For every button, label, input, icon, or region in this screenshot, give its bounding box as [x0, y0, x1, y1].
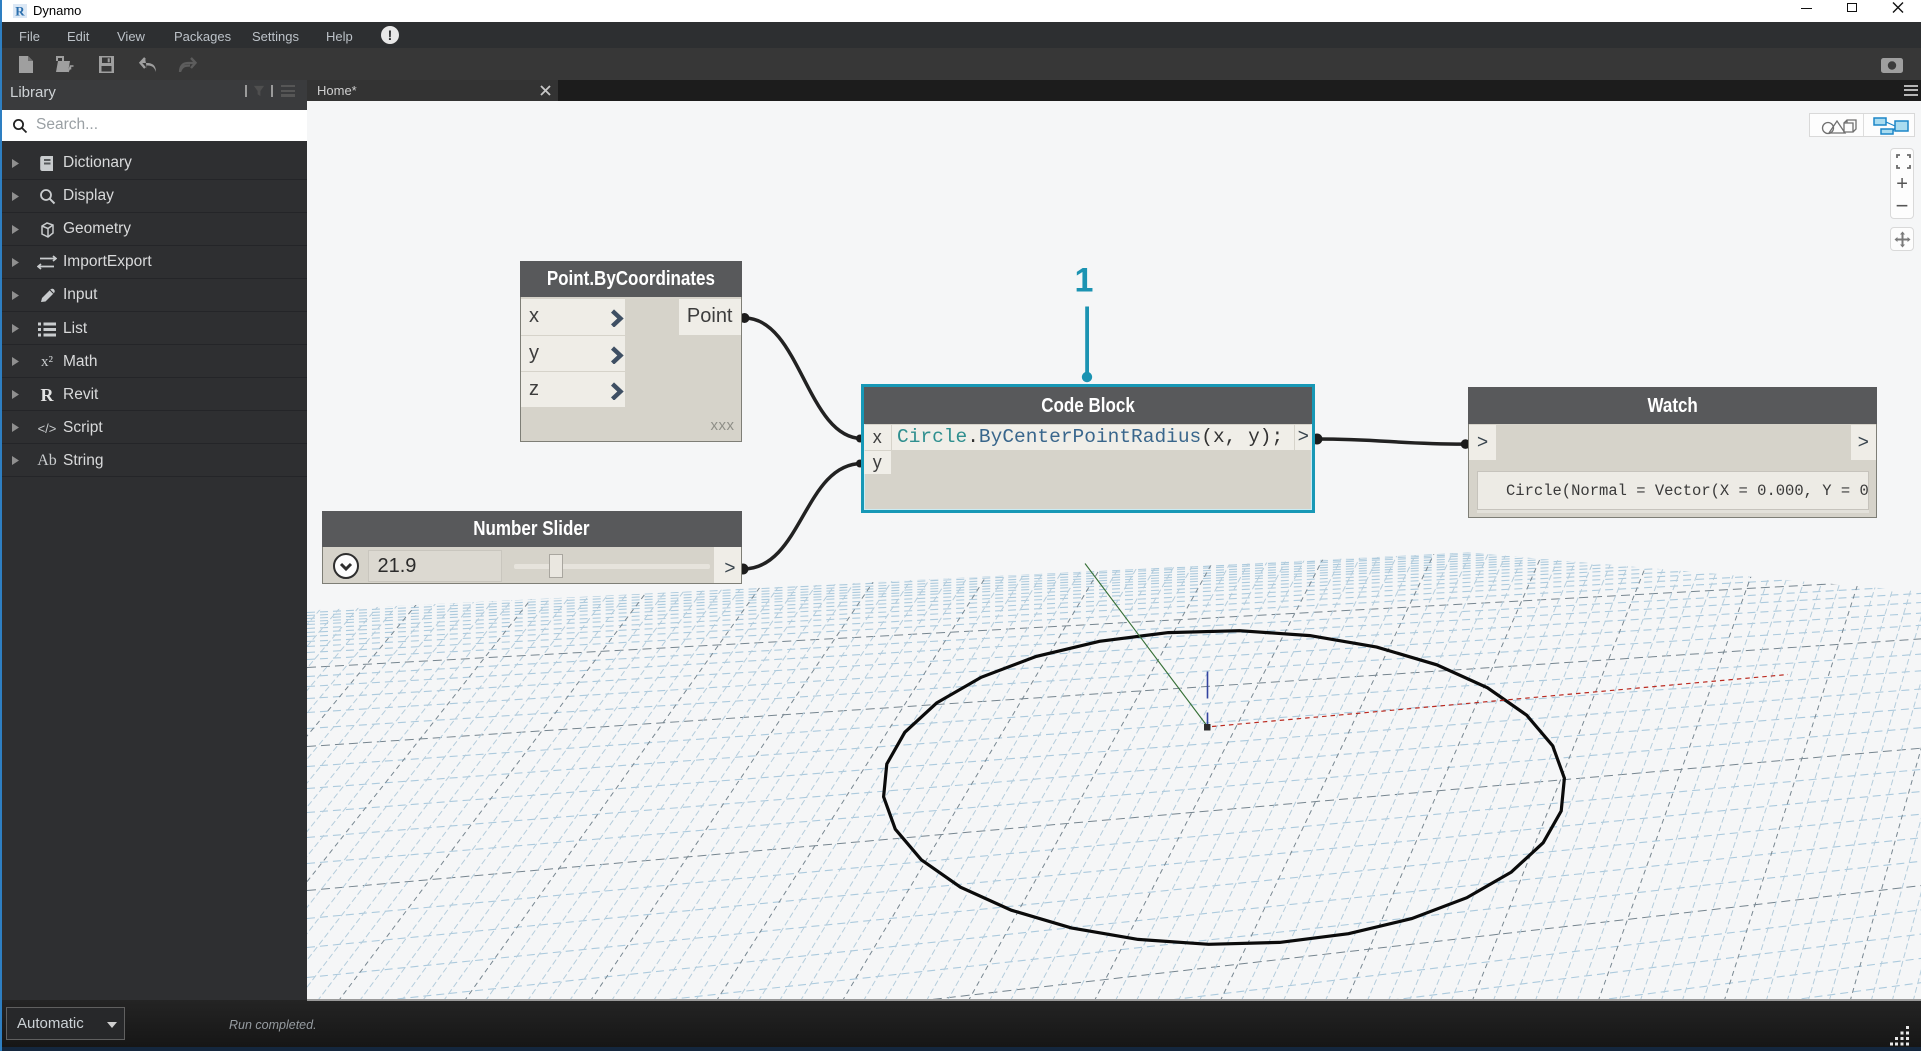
- svg-text:R: R: [15, 4, 25, 18]
- svg-text:1: 1: [1075, 261, 1094, 299]
